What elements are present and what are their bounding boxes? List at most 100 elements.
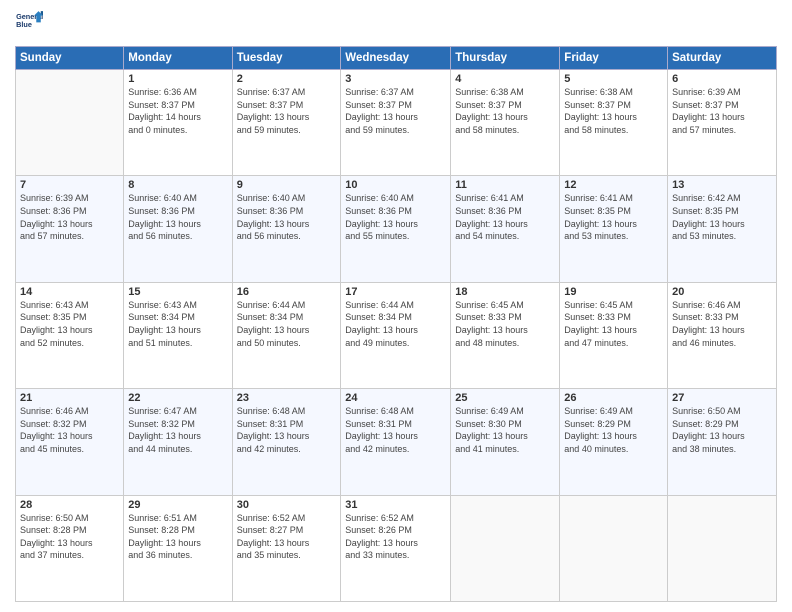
day-info: Sunrise: 6:38 AM Sunset: 8:37 PM Dayligh… — [564, 86, 663, 136]
day-number: 5 — [564, 73, 663, 85]
day-info: Sunrise: 6:41 AM Sunset: 8:36 PM Dayligh… — [455, 192, 555, 242]
calendar-cell: 7Sunrise: 6:39 AM Sunset: 8:36 PM Daylig… — [16, 176, 124, 282]
day-number: 26 — [564, 392, 663, 404]
calendar-cell: 17Sunrise: 6:44 AM Sunset: 8:34 PM Dayli… — [341, 282, 451, 388]
day-number: 16 — [237, 286, 337, 298]
day-info: Sunrise: 6:37 AM Sunset: 8:37 PM Dayligh… — [345, 86, 446, 136]
calendar-cell: 6Sunrise: 6:39 AM Sunset: 8:37 PM Daylig… — [668, 70, 777, 176]
calendar-cell: 8Sunrise: 6:40 AM Sunset: 8:36 PM Daylig… — [124, 176, 232, 282]
day-info: Sunrise: 6:49 AM Sunset: 8:29 PM Dayligh… — [564, 405, 663, 455]
calendar-week-row: 21Sunrise: 6:46 AM Sunset: 8:32 PM Dayli… — [16, 389, 777, 495]
day-number: 30 — [237, 499, 337, 511]
day-number: 10 — [345, 179, 446, 191]
calendar-table: SundayMondayTuesdayWednesdayThursdayFrid… — [15, 46, 777, 602]
day-number: 3 — [345, 73, 446, 85]
day-number: 18 — [455, 286, 555, 298]
day-number: 6 — [672, 73, 772, 85]
calendar-week-row: 1Sunrise: 6:36 AM Sunset: 8:37 PM Daylig… — [16, 70, 777, 176]
calendar-cell: 12Sunrise: 6:41 AM Sunset: 8:35 PM Dayli… — [560, 176, 668, 282]
day-info: Sunrise: 6:43 AM Sunset: 8:35 PM Dayligh… — [20, 299, 119, 349]
day-number: 29 — [128, 499, 227, 511]
day-info: Sunrise: 6:40 AM Sunset: 8:36 PM Dayligh… — [237, 192, 337, 242]
calendar-cell: 1Sunrise: 6:36 AM Sunset: 8:37 PM Daylig… — [124, 70, 232, 176]
calendar-cell: 21Sunrise: 6:46 AM Sunset: 8:32 PM Dayli… — [16, 389, 124, 495]
day-info: Sunrise: 6:36 AM Sunset: 8:37 PM Dayligh… — [128, 86, 227, 136]
calendar-cell: 22Sunrise: 6:47 AM Sunset: 8:32 PM Dayli… — [124, 389, 232, 495]
calendar-week-row: 7Sunrise: 6:39 AM Sunset: 8:36 PM Daylig… — [16, 176, 777, 282]
day-info: Sunrise: 6:40 AM Sunset: 8:36 PM Dayligh… — [345, 192, 446, 242]
calendar-cell: 13Sunrise: 6:42 AM Sunset: 8:35 PM Dayli… — [668, 176, 777, 282]
logo-icon: General Blue — [15, 10, 43, 38]
day-number: 14 — [20, 286, 119, 298]
calendar-cell: 10Sunrise: 6:40 AM Sunset: 8:36 PM Dayli… — [341, 176, 451, 282]
calendar-cell: 28Sunrise: 6:50 AM Sunset: 8:28 PM Dayli… — [16, 495, 124, 601]
weekday-header-sunday: Sunday — [16, 47, 124, 70]
day-number: 19 — [564, 286, 663, 298]
day-info: Sunrise: 6:41 AM Sunset: 8:35 PM Dayligh… — [564, 192, 663, 242]
day-info: Sunrise: 6:52 AM Sunset: 8:26 PM Dayligh… — [345, 512, 446, 562]
day-info: Sunrise: 6:49 AM Sunset: 8:30 PM Dayligh… — [455, 405, 555, 455]
day-info: Sunrise: 6:39 AM Sunset: 8:36 PM Dayligh… — [20, 192, 119, 242]
calendar-cell: 24Sunrise: 6:48 AM Sunset: 8:31 PM Dayli… — [341, 389, 451, 495]
calendar-cell: 20Sunrise: 6:46 AM Sunset: 8:33 PM Dayli… — [668, 282, 777, 388]
day-number: 24 — [345, 392, 446, 404]
weekday-header-monday: Monday — [124, 47, 232, 70]
calendar-cell: 18Sunrise: 6:45 AM Sunset: 8:33 PM Dayli… — [451, 282, 560, 388]
calendar-cell: 27Sunrise: 6:50 AM Sunset: 8:29 PM Dayli… — [668, 389, 777, 495]
day-info: Sunrise: 6:38 AM Sunset: 8:37 PM Dayligh… — [455, 86, 555, 136]
weekday-header-tuesday: Tuesday — [232, 47, 341, 70]
calendar-cell: 23Sunrise: 6:48 AM Sunset: 8:31 PM Dayli… — [232, 389, 341, 495]
day-number: 21 — [20, 392, 119, 404]
svg-text:Blue: Blue — [16, 20, 32, 29]
day-number: 22 — [128, 392, 227, 404]
day-info: Sunrise: 6:39 AM Sunset: 8:37 PM Dayligh… — [672, 86, 772, 136]
day-number: 12 — [564, 179, 663, 191]
logo: General Blue — [15, 10, 45, 38]
calendar-week-row: 28Sunrise: 6:50 AM Sunset: 8:28 PM Dayli… — [16, 495, 777, 601]
calendar-cell: 15Sunrise: 6:43 AM Sunset: 8:34 PM Dayli… — [124, 282, 232, 388]
day-info: Sunrise: 6:51 AM Sunset: 8:28 PM Dayligh… — [128, 512, 227, 562]
calendar-cell: 29Sunrise: 6:51 AM Sunset: 8:28 PM Dayli… — [124, 495, 232, 601]
day-number: 15 — [128, 286, 227, 298]
day-number: 1 — [128, 73, 227, 85]
calendar-cell: 14Sunrise: 6:43 AM Sunset: 8:35 PM Dayli… — [16, 282, 124, 388]
day-info: Sunrise: 6:40 AM Sunset: 8:36 PM Dayligh… — [128, 192, 227, 242]
day-info: Sunrise: 6:48 AM Sunset: 8:31 PM Dayligh… — [237, 405, 337, 455]
day-number: 31 — [345, 499, 446, 511]
day-info: Sunrise: 6:42 AM Sunset: 8:35 PM Dayligh… — [672, 192, 772, 242]
calendar-cell: 2Sunrise: 6:37 AM Sunset: 8:37 PM Daylig… — [232, 70, 341, 176]
day-info: Sunrise: 6:50 AM Sunset: 8:29 PM Dayligh… — [672, 405, 772, 455]
calendar-cell: 11Sunrise: 6:41 AM Sunset: 8:36 PM Dayli… — [451, 176, 560, 282]
calendar-cell: 5Sunrise: 6:38 AM Sunset: 8:37 PM Daylig… — [560, 70, 668, 176]
weekday-header-row: SundayMondayTuesdayWednesdayThursdayFrid… — [16, 47, 777, 70]
calendar-cell — [451, 495, 560, 601]
day-number: 4 — [455, 73, 555, 85]
day-info: Sunrise: 6:52 AM Sunset: 8:27 PM Dayligh… — [237, 512, 337, 562]
day-info: Sunrise: 6:46 AM Sunset: 8:32 PM Dayligh… — [20, 405, 119, 455]
weekday-header-thursday: Thursday — [451, 47, 560, 70]
day-number: 17 — [345, 286, 446, 298]
day-number: 27 — [672, 392, 772, 404]
day-info: Sunrise: 6:47 AM Sunset: 8:32 PM Dayligh… — [128, 405, 227, 455]
day-number: 13 — [672, 179, 772, 191]
calendar-cell — [16, 70, 124, 176]
day-info: Sunrise: 6:43 AM Sunset: 8:34 PM Dayligh… — [128, 299, 227, 349]
day-number: 11 — [455, 179, 555, 191]
calendar-cell: 30Sunrise: 6:52 AM Sunset: 8:27 PM Dayli… — [232, 495, 341, 601]
calendar-week-row: 14Sunrise: 6:43 AM Sunset: 8:35 PM Dayli… — [16, 282, 777, 388]
day-info: Sunrise: 6:48 AM Sunset: 8:31 PM Dayligh… — [345, 405, 446, 455]
day-number: 8 — [128, 179, 227, 191]
calendar-cell — [668, 495, 777, 601]
calendar-cell — [560, 495, 668, 601]
page: General Blue SundayMondayTuesdayWednesda… — [0, 0, 792, 612]
day-number: 7 — [20, 179, 119, 191]
day-number: 23 — [237, 392, 337, 404]
day-info: Sunrise: 6:50 AM Sunset: 8:28 PM Dayligh… — [20, 512, 119, 562]
calendar-cell: 25Sunrise: 6:49 AM Sunset: 8:30 PM Dayli… — [451, 389, 560, 495]
day-number: 25 — [455, 392, 555, 404]
day-info: Sunrise: 6:44 AM Sunset: 8:34 PM Dayligh… — [345, 299, 446, 349]
day-number: 9 — [237, 179, 337, 191]
calendar-cell: 26Sunrise: 6:49 AM Sunset: 8:29 PM Dayli… — [560, 389, 668, 495]
day-info: Sunrise: 6:45 AM Sunset: 8:33 PM Dayligh… — [564, 299, 663, 349]
calendar-cell: 4Sunrise: 6:38 AM Sunset: 8:37 PM Daylig… — [451, 70, 560, 176]
